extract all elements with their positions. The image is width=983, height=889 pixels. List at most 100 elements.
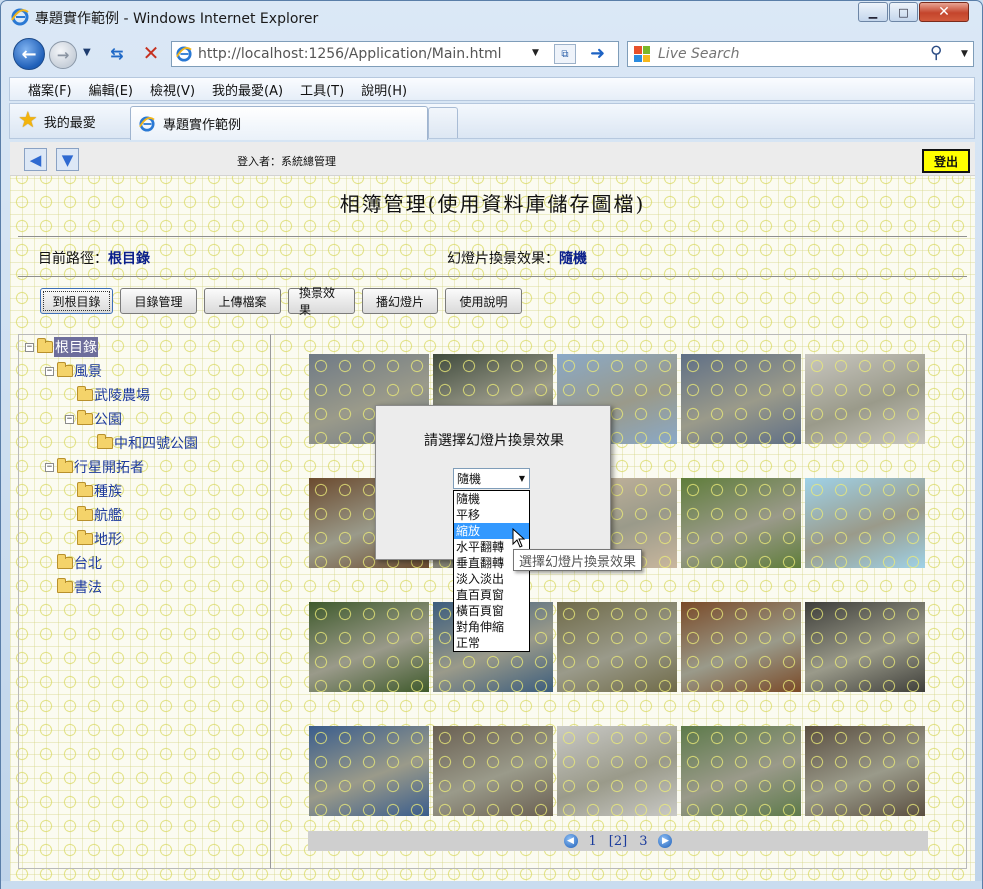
back-button[interactable]: ← [13,38,45,70]
page-down-button[interactable]: ▼ [56,148,79,171]
favorites-label: 我的最愛 [43,115,96,131]
photo-thumbnail[interactable] [805,478,925,568]
tree-node-label: 風景 [74,364,102,380]
page-current: [2] [608,833,628,849]
refresh-icon[interactable]: ⇆ [105,41,129,65]
search-box: ⚲ ▼ [627,41,974,67]
collapse-toggle-icon[interactable]: − [45,366,54,376]
go-arrow-icon[interactable]: ➜ [590,43,605,64]
navigation-bar: ← → ▼ ⇆ ✕ ▼ ⧉ ➜ ⚲ ▼ [1,35,982,71]
tree-node[interactable]: − 風景 [45,361,102,381]
collapse-toggle-icon[interactable]: − [45,462,54,472]
tab-main[interactable]: 專題實作範例 [130,106,428,140]
collapse-toggle-icon[interactable]: − [25,342,34,352]
page-back-button[interactable]: ◀ [24,148,47,171]
tree-node[interactable]: 書法 [45,577,102,597]
photo-thumbnail[interactable] [681,478,801,568]
folder-icon [77,506,93,521]
minimize-button[interactable]: ▁ [858,2,888,22]
tree-node[interactable]: 航艦 [65,505,122,525]
menu-help[interactable]: 說明(H) [361,80,407,99]
prev-page-icon[interactable]: ◀ [563,834,578,848]
play-slideshow-button[interactable]: 播幻燈片 [362,288,438,314]
effect-option[interactable]: 直百頁窗 [454,587,529,603]
close-button[interactable]: ✕ [919,2,969,22]
effect-label: 幻燈片換景效果： [447,251,559,267]
tree-node-label: 台北 [74,556,102,572]
favorites-button[interactable]: ★ 我的最愛 [18,110,96,132]
menu-view[interactable]: 檢視(V) [150,80,195,99]
mouse-cursor-icon [512,528,526,548]
tree-node-label: 航艦 [94,508,122,524]
root-folder-button[interactable]: 到根目錄 [40,288,113,314]
photo-thumbnail[interactable] [433,726,553,816]
new-tab-button[interactable] [428,107,458,138]
effect-option[interactable]: 對角伸縮 [454,619,529,635]
tree-node-label: 公園 [94,412,122,428]
photo-thumbnail[interactable] [805,726,925,816]
search-input[interactable] [658,46,918,62]
menu-bar: 檔案(F) 編輯(E) 檢視(V) 我的最愛(A) 工具(T) 說明(H) [9,77,975,101]
photo-thumbnail[interactable] [557,602,677,692]
effect-option[interactable]: 淡入淡出 [454,571,529,587]
help-button[interactable]: 使用說明 [445,288,522,314]
compatibility-view-icon[interactable]: ⧉ [554,44,576,64]
menu-file[interactable]: 檔案(F) [28,80,72,99]
tree-node[interactable]: − 根目錄 [25,337,98,357]
photo-thumbnail[interactable] [681,354,801,444]
search-dropdown-icon[interactable]: ▼ [961,49,968,59]
back-arrow-icon: ← [21,43,37,65]
photo-thumbnail[interactable] [805,354,925,444]
photo-thumbnail[interactable] [557,726,677,816]
history-dropdown-icon[interactable]: ▼ [83,47,91,58]
address-dropdown-icon[interactable]: ▼ [532,48,539,58]
tab-bar: ★ 我的最愛 專題實作範例 [9,103,975,140]
photo-thumbnail[interactable] [309,726,429,816]
star-icon: ★ [18,108,38,133]
forward-button[interactable]: → [49,41,77,69]
page-link-1[interactable]: 1 [589,834,597,849]
menu-favorites[interactable]: 我的最愛(A) [212,80,283,99]
address-input[interactable] [198,46,528,62]
tree-node[interactable]: 武陵農場 [65,385,150,405]
effect-select[interactable]: 隨機 ▼ [453,468,530,489]
photo-thumbnail[interactable] [681,602,801,692]
menu-edit[interactable]: 編輯(E) [89,80,133,99]
action-toolbar: 到根目錄 目錄管理 上傳檔案 換景效果 播幻燈片 使用說明 [40,286,529,317]
photo-thumbnail[interactable] [681,726,801,816]
folder-icon [77,410,93,425]
search-icon[interactable]: ⚲ [930,43,942,63]
path-label: 目前路徑： [38,251,108,267]
effect-select-value: 隨機 [457,472,482,486]
collapse-toggle-icon[interactable]: − [65,414,74,424]
folder-manage-button[interactable]: 目錄管理 [120,288,197,314]
tree-node[interactable]: 地形 [65,529,122,549]
path-value: 根目錄 [108,251,150,267]
tree-node[interactable]: 中和四號公園 [85,433,198,453]
tree-node[interactable]: 台北 [45,553,102,573]
minimize-icon: ▁ [868,5,878,19]
address-bar: ▼ ⧉ ➜ [171,41,619,67]
tree-node-label: 武陵農場 [94,388,150,404]
tree-node-label: 行星開拓者 [74,460,144,476]
effect-option[interactable]: 平移 [454,507,529,523]
folder-icon [57,578,73,593]
windows-logo-icon [634,46,650,62]
maximize-button[interactable]: □ [889,2,918,22]
effect-option[interactable]: 橫百頁窗 [454,603,529,619]
stop-icon[interactable]: ✕ [139,41,163,65]
upload-file-button[interactable]: 上傳檔案 [204,288,281,314]
effect-option[interactable]: 正常 [454,635,529,651]
down-arrow-icon: ▼ [61,150,74,169]
effect-option[interactable]: 隨機 [454,491,529,507]
tree-node[interactable]: − 行星開拓者 [45,457,144,477]
menu-tools[interactable]: 工具(T) [300,80,344,99]
logout-button[interactable]: 登出 [922,149,970,173]
tree-node[interactable]: 種族 [65,481,122,501]
page-link-3[interactable]: 3 [639,834,647,849]
tree-node[interactable]: − 公園 [65,409,122,429]
next-page-icon[interactable]: ▶ [658,834,673,848]
photo-thumbnail[interactable] [805,602,925,692]
transition-effect-button[interactable]: 換景效果 [288,286,355,317]
photo-thumbnail[interactable] [309,602,429,692]
